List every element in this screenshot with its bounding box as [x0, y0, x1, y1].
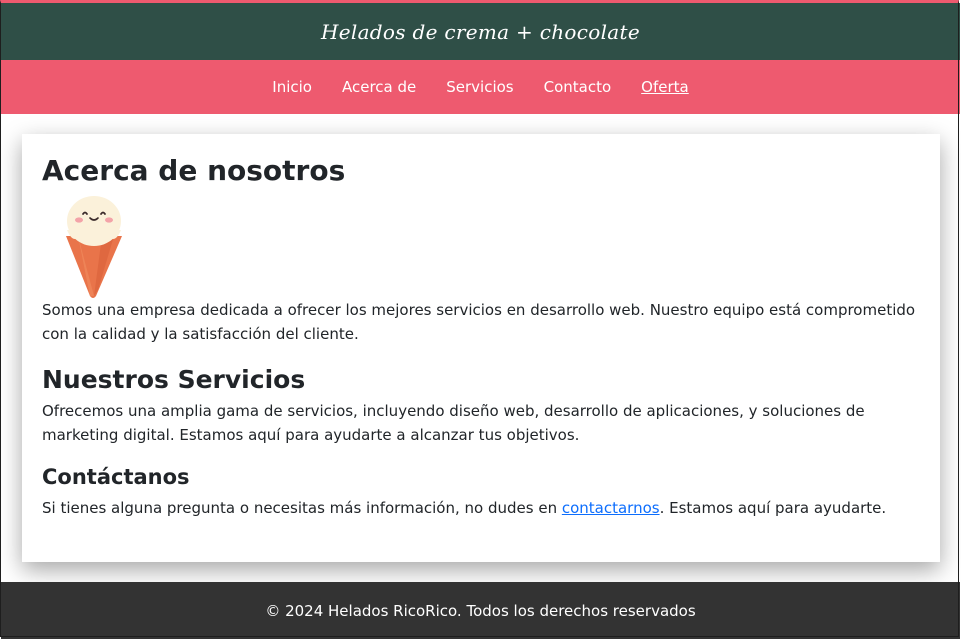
site-title: Helados de crema + chocolate [321, 19, 640, 44]
nav-link-acerca[interactable]: Acerca de [342, 78, 416, 96]
nav-link-contacto[interactable]: Contacto [544, 78, 612, 96]
nav-link-inicio[interactable]: Inicio [272, 78, 312, 96]
services-heading: Nuestros Servicios [42, 364, 306, 394]
ice-cream-icon [66, 195, 122, 298]
about-text: Somos una empresa dedicada a ofrecer los… [42, 300, 916, 343]
content-card: Acerca de nosotros Somos una empresa ded… [22, 134, 940, 562]
contact-text-after: . Estamos aquí para ayudarte. [659, 498, 887, 517]
contact-text-before: Si tienes alguna pregunta o necesitas má… [42, 498, 562, 517]
nav-link-oferta[interactable]: Oferta [641, 78, 689, 96]
services-text: Ofrecemos una amplia gama de servicios, … [42, 401, 865, 444]
about-heading: Acerca de nosotros [42, 154, 346, 187]
site-footer: © 2024 Helados RicoRico. Todos los derec… [1, 582, 960, 639]
footer-text: © 2024 Helados RicoRico. Todos los derec… [265, 601, 696, 620]
contact-text: Si tienes alguna pregunta o necesitas má… [42, 496, 920, 520]
contact-link[interactable]: contactarnos [562, 499, 660, 517]
main-nav: Inicio Acerca de Servicios Contacto Ofer… [1, 60, 960, 114]
contact-heading: Contáctanos [42, 464, 190, 489]
nav-link-servicios[interactable]: Servicios [446, 78, 513, 96]
site-header: Helados de crema + chocolate [1, 3, 960, 60]
